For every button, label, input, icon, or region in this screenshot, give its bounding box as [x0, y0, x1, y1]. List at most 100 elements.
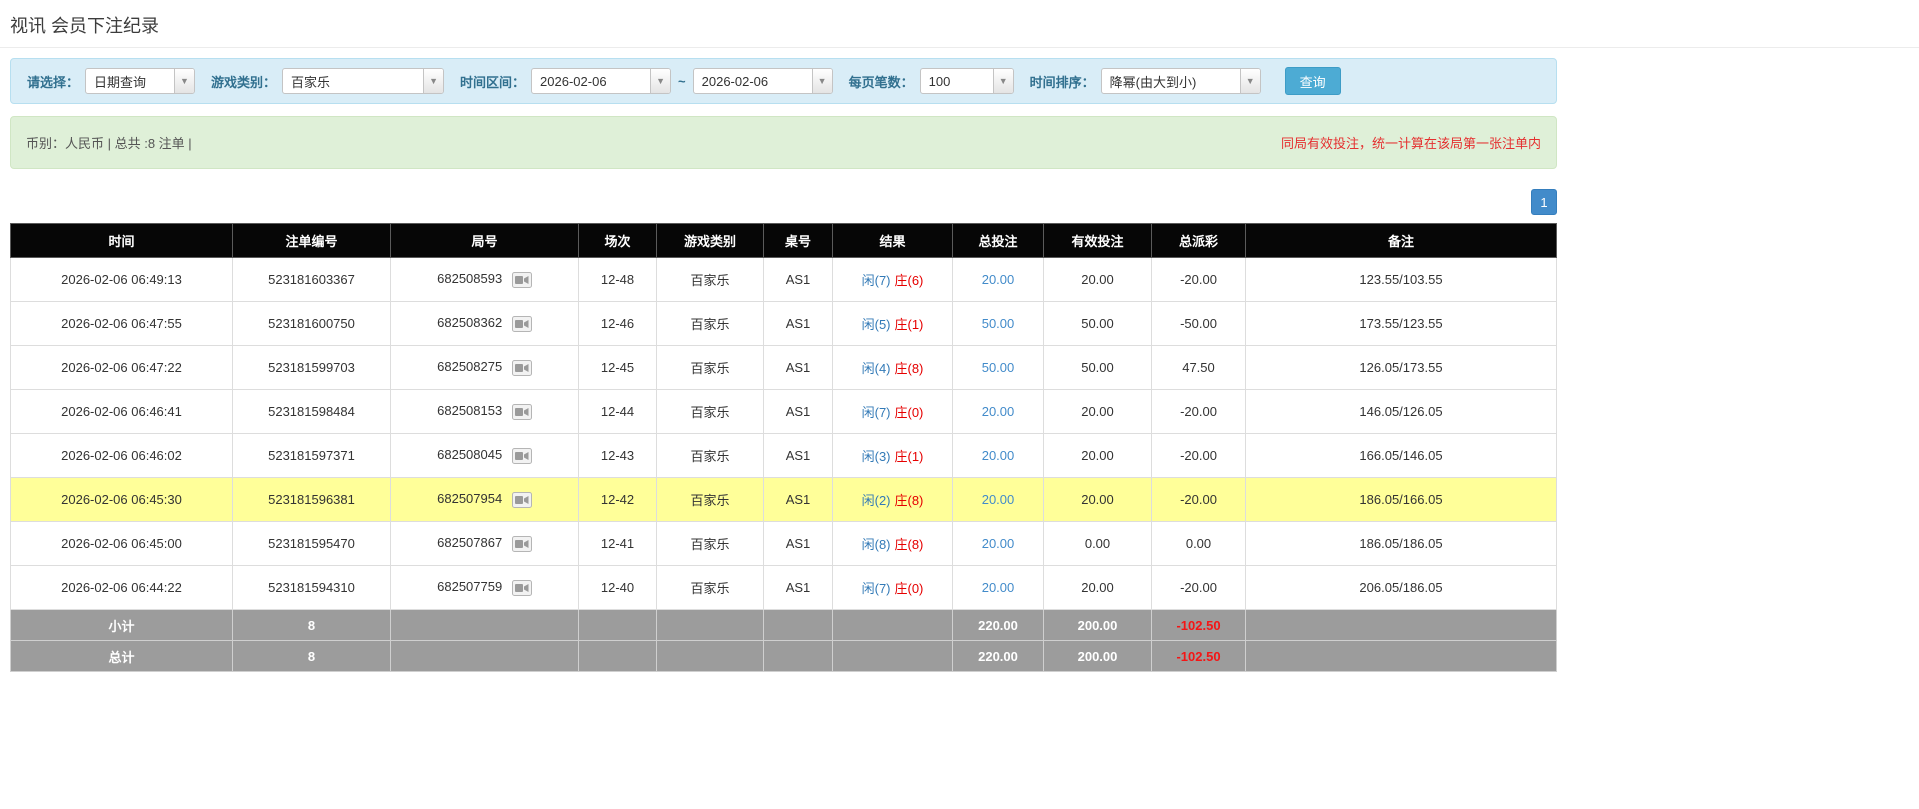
page-button-1[interactable]: 1 [1531, 189, 1557, 215]
cell-payout: -50.00 [1151, 301, 1246, 346]
table-row[interactable]: 2026-02-06 06:44:22 523181594310 6825077… [10, 565, 1557, 610]
table-header-row: 时间 注单编号 局号 场次 游戏类别 桌号 结果 总投注 有效投注 总派彩 备注 [10, 223, 1557, 258]
summary-payout: -102.50 [1151, 609, 1246, 641]
notice-text: 同局有效投注，统一计算在该局第一张注单内 [1280, 136, 1541, 151]
cell-time: 2026-02-06 06:44:22 [10, 565, 233, 610]
search-button[interactable]: 查询 [1284, 67, 1341, 95]
video-replay-icon[interactable] [511, 491, 532, 508]
chevron-down-icon[interactable]: ▼ [650, 69, 671, 93]
cell-valid-bet: 20.00 [1043, 433, 1152, 478]
cell-bet-id: 523181603367 [232, 257, 391, 302]
cell-payout: -20.00 [1151, 257, 1246, 302]
result-banker: 庄(0) [894, 581, 924, 596]
cell-payout: -20.00 [1151, 565, 1246, 610]
round-id-value: 682507954 [437, 491, 503, 507]
result-banker: 庄(0) [894, 405, 924, 420]
summary-empty-cell [1245, 609, 1557, 641]
cell-game-type: 百家乐 [656, 565, 764, 610]
video-replay-icon[interactable] [511, 403, 532, 420]
cell-game-type: 百家乐 [656, 257, 764, 302]
total-bet-link[interactable]: 20.00 [982, 272, 1015, 287]
game-type-select[interactable]: 百家乐 ▼ [282, 68, 445, 94]
video-replay-icon[interactable] [511, 315, 532, 332]
chevron-down-icon[interactable]: ▼ [811, 69, 832, 93]
total-bet-link[interactable]: 20.00 [982, 580, 1015, 595]
table-row[interactable]: 2026-02-06 06:47:22 523181599703 6825082… [10, 345, 1557, 390]
chevron-down-icon[interactable]: ▼ [174, 69, 195, 93]
cell-time: 2026-02-06 06:49:13 [10, 257, 233, 302]
result-banker: 庄(8) [894, 493, 924, 508]
cell-session: 12-45 [578, 345, 657, 390]
cell-result: 闲(3) 庄(1) [832, 433, 953, 478]
summary-label: 总计 [10, 640, 233, 672]
video-replay-icon[interactable] [511, 447, 532, 464]
query-type-select[interactable]: 日期查询 ▼ [85, 68, 196, 94]
cell-result: 闲(5) 庄(1) [832, 301, 953, 346]
cell-payout: 47.50 [1151, 345, 1246, 390]
query-type-label: 请选择： [27, 74, 80, 90]
table-row[interactable]: 2026-02-06 06:46:02 523181597371 6825080… [10, 433, 1557, 478]
cell-session: 12-48 [578, 257, 657, 302]
sort-order-label: 时间排序： [1029, 74, 1095, 90]
page-size-select[interactable]: 100 ▼ [919, 68, 1014, 94]
cell-round-id: 682508593 [390, 257, 579, 302]
info-bar: 币别：人民币 | 总共 :8 注单 | 同局有效投注，统一计算在该局第一张注单内 [10, 116, 1557, 169]
video-replay-icon[interactable] [511, 359, 532, 376]
total-bet-link[interactable]: 20.00 [982, 536, 1015, 551]
cell-table-no: AS1 [763, 433, 833, 478]
total-bet-link[interactable]: 20.00 [982, 492, 1015, 507]
table-row[interactable]: 2026-02-06 06:45:00 523181595470 6825078… [10, 521, 1557, 566]
video-replay-icon[interactable] [511, 579, 532, 596]
video-replay-icon[interactable] [511, 535, 532, 552]
summary-empty-cell [390, 609, 579, 641]
cell-remark: 186.05/186.05 [1245, 521, 1557, 566]
cell-time: 2026-02-06 06:45:30 [10, 477, 233, 522]
page-title: 视讯 会员下注纪录 [10, 16, 160, 36]
game-type-label: 游戏类别： [211, 74, 277, 90]
chevron-down-icon[interactable]: ▼ [423, 69, 444, 93]
round-id-value: 682508153 [437, 403, 503, 419]
cell-result: 闲(7) 庄(0) [832, 389, 953, 434]
table-row[interactable]: 2026-02-06 06:47:55 523181600750 6825083… [10, 301, 1557, 346]
cell-game-type: 百家乐 [656, 477, 764, 522]
result-player: 闲(7) [861, 405, 891, 420]
cell-remark: 126.05/173.55 [1245, 345, 1557, 390]
cell-remark: 146.05/126.05 [1245, 389, 1557, 434]
total-bet-link[interactable]: 20.00 [982, 404, 1015, 419]
total-bet-link[interactable]: 50.00 [982, 316, 1015, 331]
cell-round-id: 682508362 [390, 301, 579, 346]
round-id-value: 682507759 [437, 579, 503, 595]
date-to-select[interactable]: 2026-02-06 ▼ [692, 68, 833, 94]
cell-session: 12-43 [578, 433, 657, 478]
column-header: 备注 [1245, 223, 1557, 258]
table-row[interactable]: 2026-02-06 06:49:13 523181603367 6825085… [10, 257, 1557, 302]
cell-bet-id: 523181599703 [232, 345, 391, 390]
summary-total-bet: 220.00 [952, 640, 1044, 672]
table-row[interactable]: 2026-02-06 06:45:30 523181596381 6825079… [10, 477, 1557, 522]
cell-session: 12-40 [578, 565, 657, 610]
table-row[interactable]: 2026-02-06 06:46:41 523181598484 6825081… [10, 389, 1557, 434]
total-bet-link[interactable]: 20.00 [982, 448, 1015, 463]
video-replay-icon[interactable] [511, 271, 532, 288]
chevron-down-icon[interactable]: ▼ [1239, 69, 1260, 93]
filter-query-type: 请选择： 日期查询 ▼ [27, 68, 196, 94]
date-to-value: 2026-02-06 [701, 73, 769, 89]
query-type-value: 日期查询 [94, 74, 147, 90]
column-header: 有效投注 [1043, 223, 1152, 258]
cell-time: 2026-02-06 06:47:55 [10, 301, 233, 346]
sort-order-select[interactable]: 降幂(由大到小) ▼ [1100, 68, 1261, 94]
column-header: 桌号 [763, 223, 833, 258]
column-header: 总派彩 [1151, 223, 1246, 258]
filter-bar: 请选择： 日期查询 ▼ 游戏类别： 百家乐 ▼ 时间区间： 2026-02-06… [10, 58, 1557, 104]
date-from-select[interactable]: 2026-02-06 ▼ [531, 68, 672, 94]
cell-game-type: 百家乐 [656, 301, 764, 346]
cell-session: 12-41 [578, 521, 657, 566]
summary-empty-cell [832, 640, 953, 672]
cell-result: 闲(4) 庄(8) [832, 345, 953, 390]
chevron-down-icon[interactable]: ▼ [992, 69, 1013, 93]
column-header: 局号 [390, 223, 579, 258]
filter-page-size: 每页笔数： 100 ▼ [849, 68, 1014, 94]
total-bet-link[interactable]: 50.00 [982, 360, 1015, 375]
cell-session: 12-46 [578, 301, 657, 346]
cell-total-bet: 20.00 [952, 565, 1044, 610]
